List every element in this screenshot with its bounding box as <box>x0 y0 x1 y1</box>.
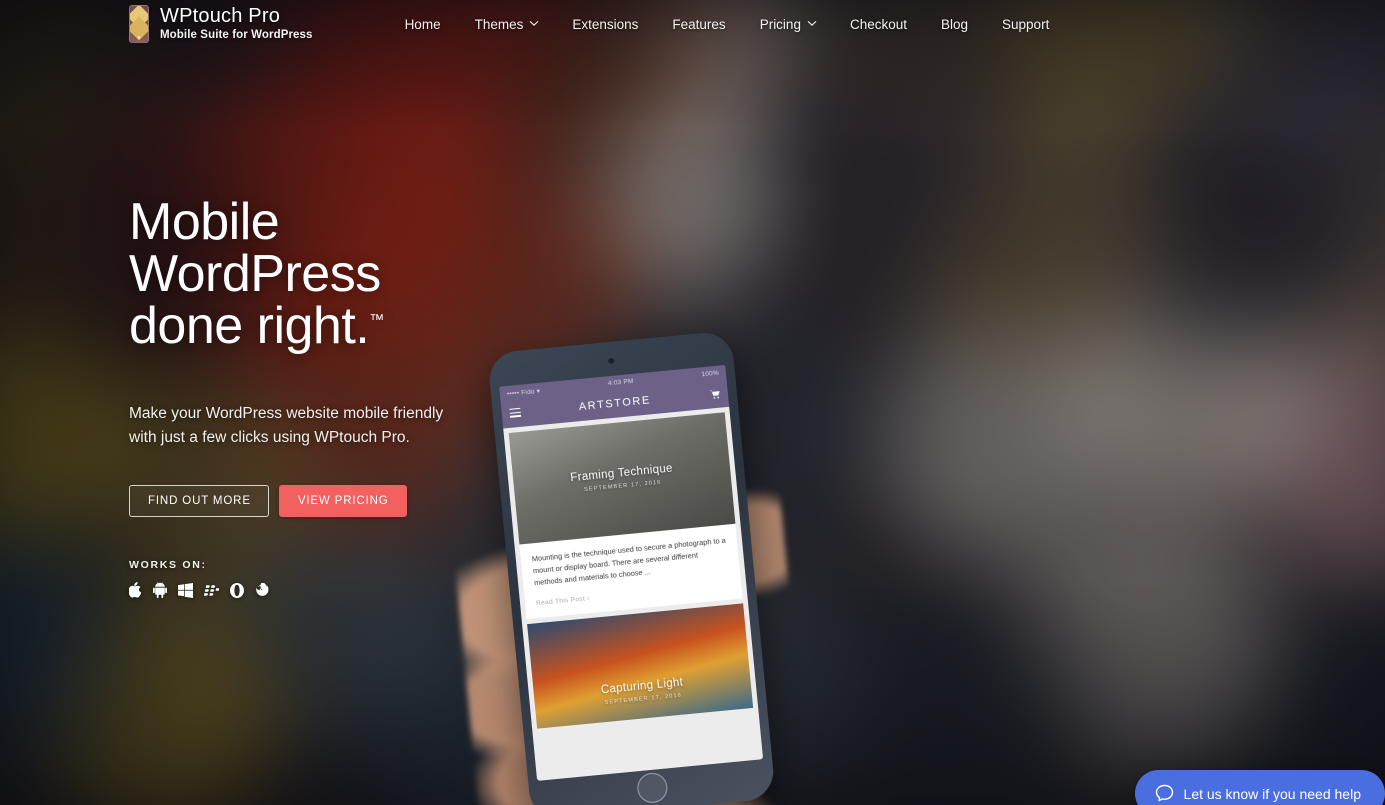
hero-title-line-2: WordPress <box>129 245 381 303</box>
nav-item-features[interactable]: Features <box>655 11 742 38</box>
nav-item-themes[interactable]: Themes <box>458 11 556 38</box>
trademark-symbol: ™ <box>369 311 385 329</box>
hero-content: Mobile WordPress done right.™ Make your … <box>129 196 443 599</box>
page-title: Mobile WordPress done right.™ <box>129 196 443 352</box>
shopping-cart-icon[interactable] <box>709 389 720 400</box>
brand-title: WPtouch Pro <box>160 5 281 28</box>
wptouch-phone-logo-icon <box>129 5 149 43</box>
post-card[interactable]: Framing Technique SEPTEMBER 17, 2016 Mou… <box>508 412 743 620</box>
brand-subtitle: Mobile Suite for WordPress <box>160 29 313 42</box>
firefox-icon <box>255 582 269 598</box>
platform-icon-list <box>129 582 443 599</box>
primary-nav-menu: Home Themes Extensions Features Pricing <box>388 11 1067 38</box>
status-battery: 100% <box>701 369 720 379</box>
nav-label: Pricing <box>759 16 801 32</box>
works-on-section: WORKS ON: <box>129 559 443 599</box>
status-carrier: ••••• Fido ▾ <box>506 387 541 398</box>
chat-widget-label: Let us know if you need help <box>1183 785 1361 802</box>
nav-label: Features <box>672 16 726 32</box>
view-pricing-button[interactable]: VIEW PRICING <box>278 485 407 518</box>
windows-icon <box>178 582 193 598</box>
hero-section: WPtouch Pro Mobile Suite for WordPress H… <box>0 0 1385 805</box>
phone-camera-icon <box>607 357 615 365</box>
find-out-more-button[interactable]: FIND OUT MORE <box>129 485 269 518</box>
status-time: 4:03 PM <box>607 377 634 388</box>
hero-subtitle-line-2: with just a few clicks using WPtouch Pro… <box>129 428 410 446</box>
nav-label: Checkout <box>849 16 907 32</box>
phone-home-button <box>635 771 669 805</box>
chevron-down-icon <box>807 20 817 29</box>
hero-title-line-3: done right. <box>129 297 370 355</box>
nav-label: Themes <box>474 16 524 32</box>
blackberry-icon <box>204 583 219 598</box>
phone-mockup: ••••• Fido ▾ 4:03 PM 100% ARTSTORE Frami… <box>448 314 859 805</box>
nav-label: Support <box>1002 16 1050 32</box>
top-navigation-bar: WPtouch Pro Mobile Suite for WordPress H… <box>0 0 1385 48</box>
chevron-down-icon <box>529 20 539 29</box>
app-title: ARTSTORE <box>578 394 652 414</box>
hero-subtitle-line-1: Make your WordPress website mobile frien… <box>129 405 444 422</box>
nav-item-checkout[interactable]: Checkout <box>833 11 924 38</box>
nav-label: Blog <box>941 16 969 32</box>
nav-item-pricing[interactable]: Pricing <box>743 11 833 38</box>
nav-item-home[interactable]: Home <box>388 11 458 38</box>
post-featured-image: Framing Technique SEPTEMBER 17, 2016 <box>508 412 736 545</box>
hero-button-row: FIND OUT MORE VIEW PRICING <box>129 485 443 518</box>
phone-screen: ••••• Fido ▾ 4:03 PM 100% ARTSTORE Frami… <box>499 364 764 781</box>
opera-icon <box>230 582 244 598</box>
brand-logo[interactable]: WPtouch Pro Mobile Suite for WordPress <box>129 5 313 43</box>
phone-device-frame: ••••• Fido ▾ 4:03 PM 100% ARTSTORE Frami… <box>486 330 776 805</box>
apple-icon <box>129 582 142 598</box>
hamburger-menu-icon[interactable] <box>509 407 522 420</box>
nav-item-blog[interactable]: Blog <box>924 11 985 38</box>
nav-item-extensions[interactable]: Extensions <box>555 11 655 38</box>
hero-subtitle: Make your WordPress website mobile frien… <box>129 402 443 449</box>
chat-bubble-icon <box>1155 784 1174 803</box>
nav-label: Extensions <box>572 16 639 32</box>
nav-item-support[interactable]: Support <box>985 11 1066 38</box>
works-on-label: WORKS ON: <box>129 559 207 572</box>
hero-title-line-1: Mobile <box>129 193 280 251</box>
android-icon <box>153 582 167 599</box>
chat-widget-button[interactable]: Let us know if you need help <box>1134 770 1385 805</box>
nav-label: Home <box>404 16 441 32</box>
post-card[interactable]: Capturing Light SEPTEMBER 17, 2016 <box>527 603 754 729</box>
post-featured-image: Capturing Light SEPTEMBER 17, 2016 <box>527 603 754 729</box>
